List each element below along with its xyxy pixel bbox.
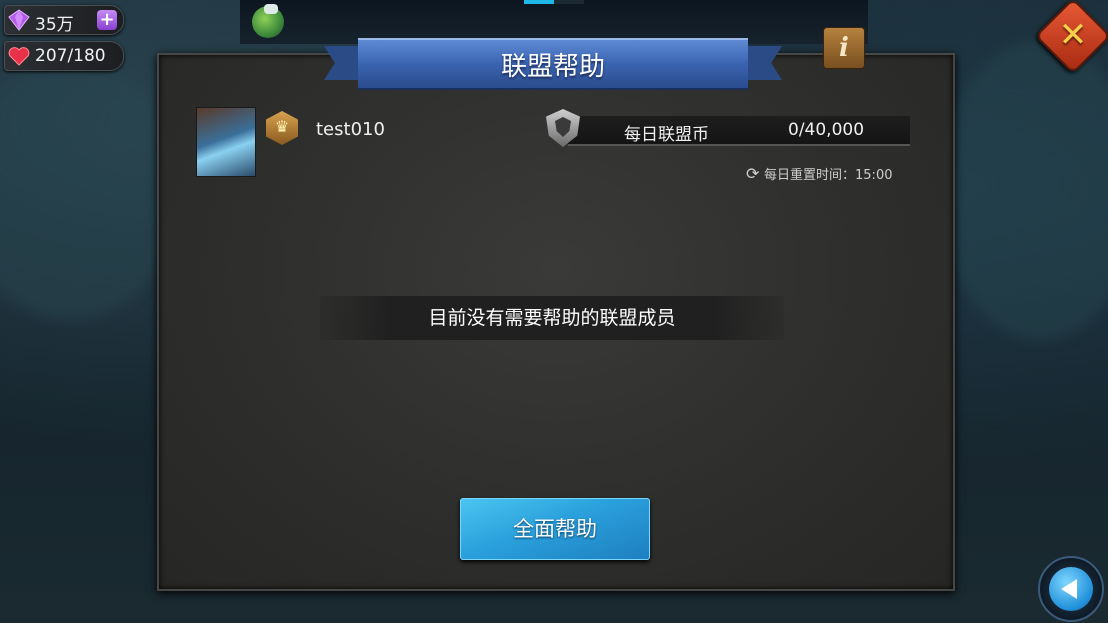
page-title: 联盟帮助 bbox=[500, 52, 605, 82]
refresh-icon: ⟳ bbox=[746, 164, 760, 183]
help-all-button[interactable]: 全面帮助 bbox=[460, 498, 650, 560]
heart-icon bbox=[8, 47, 30, 66]
background-foliage-left bbox=[0, 60, 180, 320]
close-icon[interactable]: ✕ bbox=[1046, 9, 1100, 63]
gem-counter: 35万 + bbox=[4, 5, 124, 35]
daily-coin-label: 每日联盟币 bbox=[624, 125, 709, 145]
member-name: test010 bbox=[316, 119, 385, 140]
back-button[interactable] bbox=[1038, 556, 1104, 622]
back-arrow-icon bbox=[1049, 567, 1093, 611]
world-chat-icon[interactable] bbox=[252, 4, 284, 38]
reset-time: ⟳ 每日重置时间：15:00 bbox=[746, 164, 892, 183]
empty-state-message: 目前没有需要帮助的联盟成员 bbox=[320, 296, 784, 340]
background-foliage-right bbox=[940, 40, 1108, 340]
reset-label: 每日重置时间： bbox=[764, 168, 856, 183]
stamina-amount: 207/180 bbox=[35, 46, 106, 66]
info-button[interactable]: i bbox=[823, 27, 865, 69]
avatar[interactable] bbox=[196, 107, 256, 177]
page-indicator bbox=[524, 0, 584, 4]
title-ribbon: 联盟帮助 bbox=[324, 38, 782, 90]
daily-coin-value: 0/40,000 bbox=[788, 120, 865, 140]
gem-icon bbox=[8, 9, 30, 31]
add-gems-button[interactable]: + bbox=[97, 10, 117, 30]
gem-amount: 35万 bbox=[35, 15, 74, 35]
reset-time-value: 15:00 bbox=[855, 168, 893, 183]
stamina-counter: 207/180 bbox=[4, 41, 124, 71]
